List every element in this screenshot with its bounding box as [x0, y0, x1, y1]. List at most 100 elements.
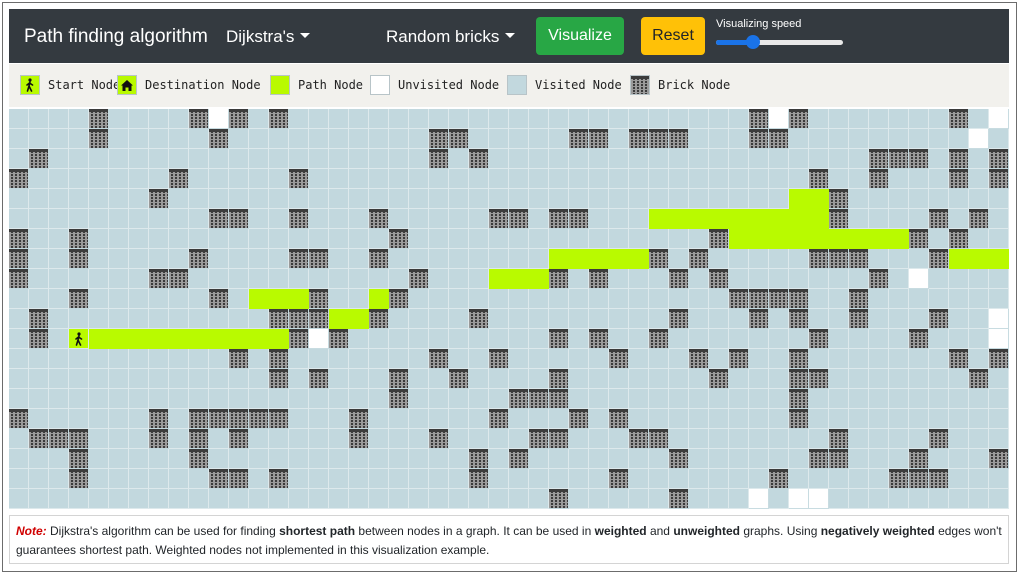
- grid-cell[interactable]: [389, 169, 409, 189]
- grid-cell[interactable]: [769, 469, 789, 489]
- grid-cell[interactable]: [529, 329, 549, 349]
- grid-cell[interactable]: [289, 429, 309, 449]
- grid-cell[interactable]: [329, 449, 349, 469]
- grid-cell[interactable]: [29, 169, 49, 189]
- grid-cell[interactable]: [69, 149, 89, 169]
- grid-cell[interactable]: [529, 289, 549, 309]
- grid-cell[interactable]: [729, 269, 749, 289]
- grid-cell[interactable]: [889, 409, 909, 429]
- grid-cell[interactable]: [509, 369, 529, 389]
- grid-cell[interactable]: [409, 229, 429, 249]
- grid-cell[interactable]: [929, 409, 949, 429]
- grid-cell[interactable]: [569, 449, 589, 469]
- grid-cell[interactable]: [89, 269, 109, 289]
- grid-cell[interactable]: [29, 289, 49, 309]
- grid-cell[interactable]: [689, 429, 709, 449]
- grid-cell[interactable]: [849, 329, 869, 349]
- grid-cell[interactable]: [69, 169, 89, 189]
- grid-cell[interactable]: [89, 389, 109, 409]
- grid-cell[interactable]: [129, 209, 149, 229]
- grid-cell[interactable]: [9, 229, 29, 249]
- grid-cell[interactable]: [629, 109, 649, 129]
- grid-cell[interactable]: [849, 389, 869, 409]
- grid-cell[interactable]: [389, 189, 409, 209]
- grid-cell[interactable]: [309, 229, 329, 249]
- grid-cell[interactable]: [229, 289, 249, 309]
- grid-cell[interactable]: [249, 249, 269, 269]
- grid-cell[interactable]: [389, 469, 409, 489]
- grid-cell[interactable]: [529, 309, 549, 329]
- grid-cell[interactable]: [409, 389, 429, 409]
- grid-cell[interactable]: [569, 249, 589, 269]
- grid-cell[interactable]: [989, 249, 1009, 269]
- grid-cell[interactable]: [529, 489, 549, 509]
- grid-cell[interactable]: [169, 309, 189, 329]
- grid-cell[interactable]: [149, 389, 169, 409]
- grid-cell[interactable]: [949, 249, 969, 269]
- grid-cell[interactable]: [629, 209, 649, 229]
- grid-cell[interactable]: [269, 329, 289, 349]
- grid-cell[interactable]: [429, 329, 449, 349]
- grid-cell[interactable]: [549, 289, 569, 309]
- grid-cell[interactable]: [89, 429, 109, 449]
- grid-cell[interactable]: [69, 309, 89, 329]
- grid-cell[interactable]: [549, 429, 569, 449]
- grid-cell[interactable]: [969, 329, 989, 349]
- grid-cell[interactable]: [409, 129, 429, 149]
- grid-cell[interactable]: [709, 229, 729, 249]
- grid-cell[interactable]: [789, 109, 809, 129]
- grid-cell[interactable]: [389, 409, 409, 429]
- grid-cell[interactable]: [429, 109, 449, 129]
- grid-cell[interactable]: [649, 329, 669, 349]
- grid-cell[interactable]: [489, 269, 509, 289]
- grid-cell[interactable]: [629, 429, 649, 449]
- grid-cell[interactable]: [909, 429, 929, 449]
- grid-cell[interactable]: [929, 249, 949, 269]
- grid-cell[interactable]: [349, 289, 369, 309]
- grid-cell[interactable]: [29, 189, 49, 209]
- grid-cell[interactable]: [49, 409, 69, 429]
- grid-cell[interactable]: [729, 349, 749, 369]
- grid-cell[interactable]: [349, 309, 369, 329]
- grid-cell[interactable]: [929, 109, 949, 129]
- grid-cell[interactable]: [909, 169, 929, 189]
- grid-cell[interactable]: [669, 269, 689, 289]
- grid-cell[interactable]: [729, 289, 749, 309]
- grid-cell[interactable]: [349, 149, 369, 169]
- grid-cell[interactable]: [429, 449, 449, 469]
- grid-cell[interactable]: [649, 169, 669, 189]
- grid-cell[interactable]: [709, 189, 729, 209]
- grid-cell[interactable]: [29, 389, 49, 409]
- grid-cell[interactable]: [229, 169, 249, 189]
- grid-cell[interactable]: [449, 209, 469, 229]
- grid-cell[interactable]: [949, 469, 969, 489]
- grid-cell[interactable]: [149, 129, 169, 149]
- grid-cell[interactable]: [949, 129, 969, 149]
- grid-cell[interactable]: [689, 269, 709, 289]
- grid-cell[interactable]: [629, 169, 649, 189]
- grid-cell[interactable]: [109, 489, 129, 509]
- grid-cell[interactable]: [469, 349, 489, 369]
- grid-cell[interactable]: [9, 209, 29, 229]
- grid-cell[interactable]: [669, 409, 689, 429]
- grid-cell[interactable]: [789, 469, 809, 489]
- grid-cell[interactable]: [869, 169, 889, 189]
- grid-cell[interactable]: [429, 229, 449, 249]
- grid-cell[interactable]: [869, 389, 889, 409]
- grid-cell[interactable]: [749, 309, 769, 329]
- grid-cell[interactable]: [749, 289, 769, 309]
- grid-cell[interactable]: [369, 449, 389, 469]
- grid-cell[interactable]: [869, 129, 889, 149]
- grid-cell[interactable]: [189, 429, 209, 449]
- grid-cell[interactable]: [289, 249, 309, 269]
- grid-cell[interactable]: [9, 389, 29, 409]
- grid-cell[interactable]: [49, 229, 69, 249]
- grid-cell[interactable]: [809, 229, 829, 249]
- grid-cell[interactable]: [429, 289, 449, 309]
- grid-cell[interactable]: [629, 469, 649, 489]
- grid-cell[interactable]: [629, 329, 649, 349]
- grid-cell[interactable]: [789, 309, 809, 329]
- grid-cell[interactable]: [369, 429, 389, 449]
- grid-cell[interactable]: [969, 109, 989, 129]
- grid-cell[interactable]: [529, 349, 549, 369]
